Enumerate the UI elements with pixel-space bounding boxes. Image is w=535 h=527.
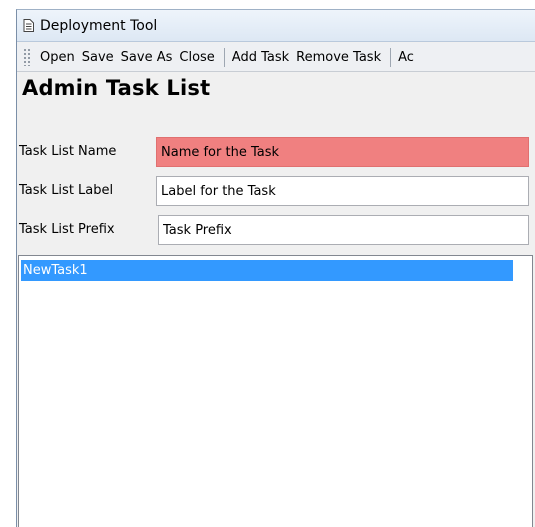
task-list-name-row: Task List Name (17, 137, 535, 167)
toolbar-grip[interactable] (23, 48, 30, 66)
task-list[interactable]: NewTask1 (18, 255, 533, 527)
list-item[interactable]: NewTask1 (21, 260, 513, 281)
task-list-label-row: Task List Label (17, 176, 535, 206)
task-list-label-input[interactable] (156, 176, 529, 206)
save-as-button[interactable]: Save As (119, 50, 175, 65)
close-button[interactable]: Close (177, 50, 216, 65)
task-list-name-label: Task List Name (19, 144, 117, 159)
main-window: Deployment Tool Open Save Save As Close … (16, 9, 535, 527)
title-bar[interactable]: Deployment Tool (17, 10, 535, 42)
remove-task-button[interactable]: Remove Task (294, 50, 383, 65)
open-button[interactable]: Open (38, 50, 77, 65)
toolbar: Open Save Save As Close Add Task Remove … (17, 43, 535, 72)
document-icon (22, 19, 35, 33)
save-button[interactable]: Save (80, 50, 116, 65)
task-list-prefix-row: Task List Prefix (17, 215, 535, 245)
window-title: Deployment Tool (40, 17, 158, 34)
truncated-toolbar-button[interactable]: Ac (396, 50, 416, 65)
toolbar-separator (390, 47, 392, 67)
task-list-label-label: Task List Label (19, 183, 114, 198)
task-list-prefix-input[interactable] (158, 215, 529, 245)
task-list-name-input[interactable] (156, 137, 529, 167)
page-title: Admin Task List (22, 76, 211, 100)
toolbar-separator (223, 47, 225, 67)
add-task-button[interactable]: Add Task (230, 50, 291, 65)
task-list-prefix-label: Task List Prefix (19, 222, 115, 237)
